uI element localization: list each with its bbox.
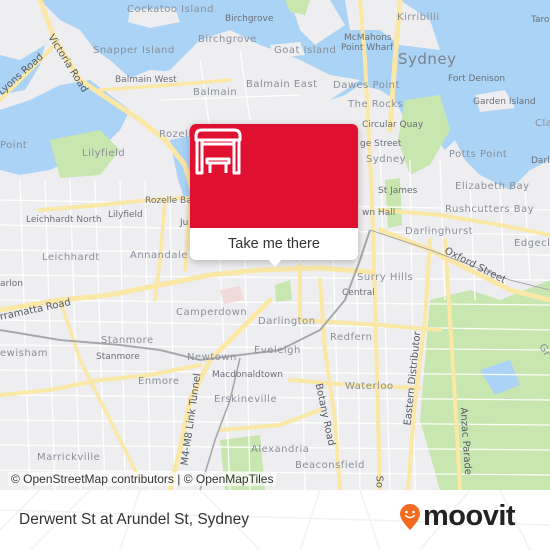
place-label: Stanmore xyxy=(101,335,154,346)
place-label: Taro xyxy=(531,15,550,25)
place-label: Circular Quay xyxy=(362,120,424,130)
place-label: Sydney xyxy=(366,154,407,165)
moovit-logo[interactable]: moovit xyxy=(399,500,516,532)
map-attribution[interactable]: © OpenStreetMap contributors | © OpenMap… xyxy=(8,472,277,486)
place-label: Sydney xyxy=(398,50,457,68)
bus-stop-shelter-icon xyxy=(194,128,242,175)
place-label: ge Street xyxy=(360,139,402,149)
take-me-there-button[interactable]: Take me there xyxy=(190,228,358,260)
place-label: Newtown xyxy=(187,352,237,363)
park-victoria xyxy=(275,280,292,302)
place-label: Birchgrove xyxy=(225,14,274,24)
place-label: Cla xyxy=(535,118,550,129)
rpa-hospital xyxy=(220,286,244,304)
sydney-park-road xyxy=(218,408,322,432)
stop-popup: Take me there xyxy=(190,124,358,267)
park-moore xyxy=(420,280,550,490)
moovit-wordmark: moovit xyxy=(423,500,516,532)
place-label: Lilyfield xyxy=(108,210,143,220)
place-label: Redfern xyxy=(330,332,373,343)
place-label: ewisham xyxy=(0,348,49,359)
place-label: Garden Island xyxy=(473,97,536,107)
place-label: Kirribilli xyxy=(397,12,440,23)
place-label: Dawes Point xyxy=(333,80,400,91)
place-label: Goat Island xyxy=(274,45,337,56)
place-label: Darlinghurst xyxy=(405,226,474,237)
place-label: Erskineville xyxy=(214,394,278,405)
footer-bar: Derwent St at Arundel St, Sydney moovit xyxy=(0,490,550,550)
place-label: Balmain West xyxy=(115,75,177,85)
place-label: Birchgrove xyxy=(198,34,257,45)
place-label: Snapper Island xyxy=(93,45,175,56)
place-label: Leichhardt xyxy=(42,252,100,263)
map-canvas[interactable]: Cockatoo Island Birchgrove Kirribilli Bi… xyxy=(0,0,550,490)
place-label: Eveleigh xyxy=(254,345,301,356)
place-label: Ju xyxy=(180,218,189,228)
popup-header xyxy=(190,124,358,228)
place-label: Beaconsfield xyxy=(295,460,365,471)
place-label: Macdonaldtown xyxy=(212,370,283,380)
place-label: Rushcutters Bay xyxy=(445,204,535,215)
place-label: Waterloo xyxy=(345,381,394,392)
place-label: arlon xyxy=(0,279,23,289)
place-label: Camperdown xyxy=(176,307,248,318)
place-label: Surry Hills xyxy=(357,272,414,283)
place-label: Leichhardt North xyxy=(26,215,102,225)
place-label: St James xyxy=(378,186,418,196)
place-label: Darli xyxy=(531,156,550,166)
place-label: Potts Point xyxy=(449,149,508,160)
popup-pointer xyxy=(267,258,283,267)
place-label: McMahons xyxy=(344,33,392,43)
moovit-pin-icon xyxy=(400,503,420,530)
place-label: Balmain xyxy=(193,87,238,98)
place-label: The Rocks xyxy=(348,99,404,110)
place-label: Point Wharf xyxy=(341,43,394,53)
stop-name: Derwent St at Arundel St, Sydney xyxy=(19,511,250,528)
place-label: Balmain East xyxy=(246,79,318,90)
place-label: Edgecl xyxy=(514,238,550,249)
place-label: Lilyfield xyxy=(82,148,126,159)
place-label: Stanmore xyxy=(96,352,140,362)
place-label: Enmore xyxy=(138,376,180,387)
place-label: Fort Denison xyxy=(448,74,506,84)
place-label: Darlington xyxy=(258,316,316,327)
place-label: Annandale xyxy=(130,250,188,261)
place-label: Central xyxy=(342,288,375,298)
place-label: wn Hall xyxy=(362,208,396,218)
place-label: Cockatoo Island xyxy=(127,4,214,15)
place-label: Elizabeth Bay xyxy=(455,181,530,192)
place-label: Point xyxy=(0,140,28,151)
place-label: Marrickville xyxy=(37,452,101,463)
road-label: So xyxy=(373,475,385,488)
place-label: Alexandria xyxy=(251,444,310,455)
